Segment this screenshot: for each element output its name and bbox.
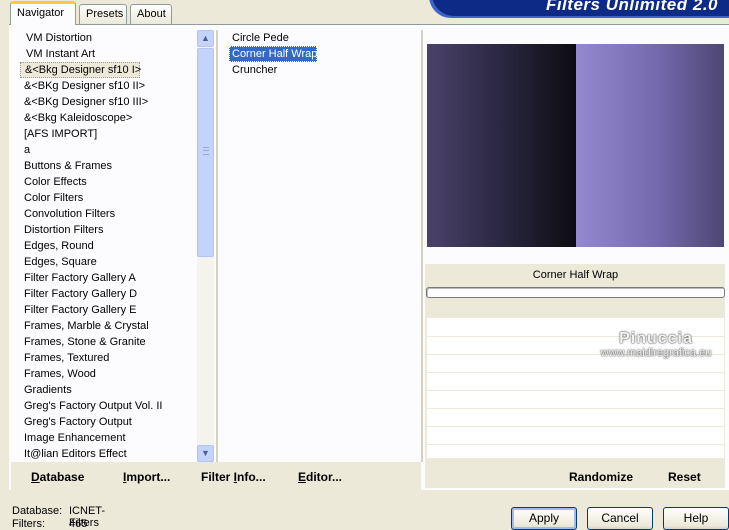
- category-item[interactable]: Filter Factory Gallery E: [20, 302, 196, 318]
- category-item[interactable]: Frames, Marble & Crystal: [20, 318, 196, 334]
- category-item[interactable]: Greg's Factory Output: [20, 414, 196, 430]
- category-item[interactable]: Filter Factory Gallery A: [20, 270, 196, 286]
- reset-button[interactable]: Reset: [668, 470, 701, 484]
- category-item[interactable]: &<BKg Designer sf10 III>: [20, 94, 196, 110]
- preview-right-half: [576, 44, 724, 247]
- category-item[interactable]: &<Bkg Designer sf10 I>: [20, 62, 141, 78]
- apply-button[interactable]: Apply: [511, 507, 577, 530]
- progress-bar: [426, 287, 725, 298]
- category-item[interactable]: VM Distortion: [20, 30, 196, 46]
- category-scrollbar[interactable]: ▲ ▼: [197, 30, 214, 462]
- preview-left-half: [427, 44, 576, 247]
- category-item[interactable]: VM Instant Art: [20, 46, 196, 62]
- tab-presets[interactable]: Presets: [79, 4, 127, 24]
- category-item[interactable]: Frames, Wood: [20, 366, 196, 382]
- category-item[interactable]: Filter Factory Gallery D: [20, 286, 196, 302]
- help-button[interactable]: Help: [663, 507, 729, 530]
- category-item[interactable]: Gradients: [20, 382, 196, 398]
- list-divider: [421, 30, 423, 462]
- category-item[interactable]: [AFS IMPORT]: [20, 126, 196, 142]
- category-item[interactable]: &<BKg Designer sf10 II>: [20, 78, 196, 94]
- status-database-label: Database:: [12, 505, 63, 517]
- preview-image: [427, 44, 724, 247]
- cancel-button[interactable]: Cancel: [587, 507, 653, 530]
- category-item[interactable]: It@lian Editors Effect: [20, 446, 196, 462]
- watermark-name: Pinuccia: [619, 330, 693, 347]
- category-item[interactable]: Color Effects: [20, 174, 196, 190]
- category-item[interactable]: Image Enhancement: [20, 430, 196, 446]
- control-row-divider: [427, 372, 724, 373]
- category-item[interactable]: Edges, Round: [20, 238, 196, 254]
- status-database: Database: ICNET-Filters: [12, 505, 105, 529]
- status-filters-value: 465: [69, 518, 88, 530]
- editor-button[interactable]: Editor...: [298, 470, 342, 484]
- tab-navigator[interactable]: Navigator: [10, 1, 76, 25]
- list-divider: [216, 30, 218, 462]
- scroll-down-icon[interactable]: ▼: [197, 445, 214, 462]
- control-row-divider: [427, 390, 724, 391]
- import-button[interactable]: Import...: [123, 470, 170, 484]
- category-item[interactable]: Distortion Filters: [20, 222, 196, 238]
- app-banner: Filters Unlimited 2.0: [432, 0, 729, 16]
- status-filters-label: Filters:: [12, 518, 45, 530]
- watermark: Pinuccia www.maidiregrafica.eu: [586, 330, 726, 359]
- scroll-up-icon[interactable]: ▲: [197, 30, 214, 47]
- category-item[interactable]: Convolution Filters: [20, 206, 196, 222]
- filter-item[interactable]: Cruncher: [229, 62, 419, 78]
- grip-icon: [203, 147, 209, 155]
- app-title: Filters Unlimited 2.0: [545, 0, 718, 14]
- control-row-divider: [427, 444, 724, 445]
- category-item[interactable]: Frames, Textured: [20, 350, 196, 366]
- category-item[interactable]: &<Bkg Kaleidoscope>: [20, 110, 196, 126]
- filter-item[interactable]: Circle Pede: [229, 30, 419, 46]
- filter-item[interactable]: Corner Half Wrap: [229, 46, 317, 62]
- randomize-button[interactable]: Randomize: [569, 470, 633, 484]
- filter-list[interactable]: Circle Pede Corner Half Wrap Cruncher: [229, 30, 419, 78]
- tab-about[interactable]: About: [130, 4, 172, 24]
- category-item[interactable]: Greg's Factory Output Vol. II: [20, 398, 196, 414]
- filter-info-button[interactable]: Filter Info...: [201, 470, 266, 484]
- control-row-divider: [427, 408, 724, 409]
- category-item[interactable]: Color Filters: [20, 190, 196, 206]
- selected-filter-name: Corner Half Wrap: [532, 269, 619, 281]
- category-list[interactable]: VM Distortion VM Instant Art &<Bkg Designe…: [20, 30, 196, 462]
- scroll-thumb[interactable]: [197, 48, 214, 257]
- category-item[interactable]: Buttons & Frames: [20, 158, 196, 174]
- status-filters: Filters: 465: [12, 518, 87, 530]
- category-item[interactable]: Edges, Square: [20, 254, 196, 270]
- category-item[interactable]: a: [20, 142, 196, 158]
- watermark-url: www.maidiregrafica.eu: [600, 347, 712, 359]
- control-row-divider: [427, 426, 724, 427]
- database-button[interactable]: Database: [31, 470, 84, 484]
- category-item[interactable]: Frames, Stone & Granite: [20, 334, 196, 350]
